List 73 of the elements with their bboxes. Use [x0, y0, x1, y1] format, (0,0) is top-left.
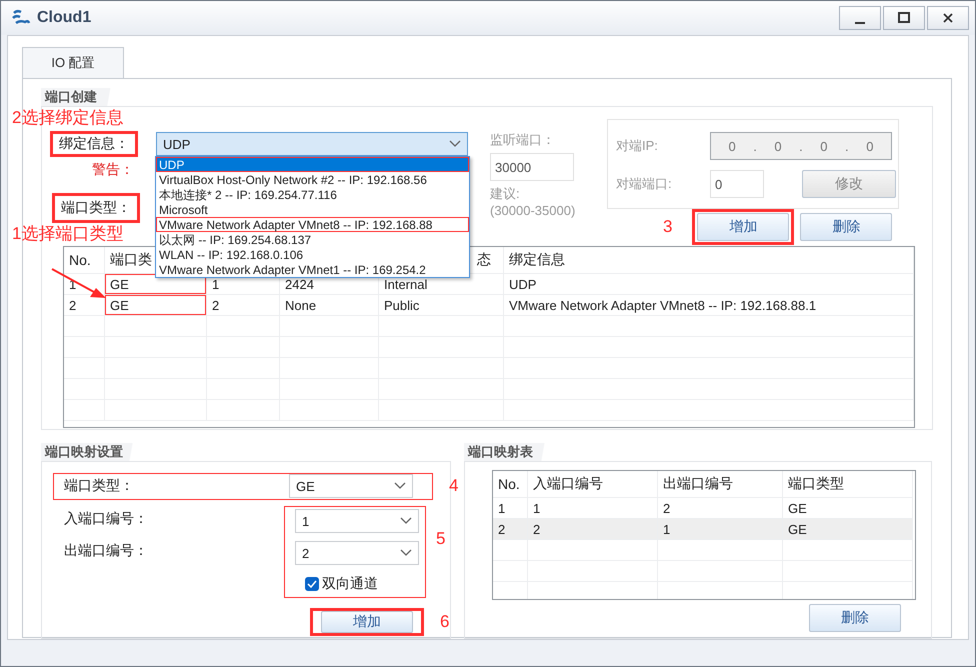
annotation-text: 5 — [436, 528, 446, 550]
field-label: 对端端口: — [616, 176, 672, 191]
empty-cell — [64, 337, 105, 358]
select-field[interactable]: GE — [289, 474, 413, 498]
empty-cell — [64, 316, 105, 337]
field-label: 端口类型： — [64, 477, 134, 493]
check-icon — [307, 580, 317, 588]
empty-cell — [493, 561, 528, 582]
column-header: No. — [493, 471, 528, 498]
dropdown-option[interactable]: VirtualBox Host-Only Network #2 -- IP: 192.168.56 — [156, 172, 469, 187]
add-button[interactable]: 增加 — [697, 213, 790, 241]
empty-cell — [64, 358, 105, 379]
caret-icon — [449, 140, 461, 148]
hint-range: (30000-35000) — [490, 203, 576, 218]
peer-port-field[interactable]: 0 — [710, 170, 764, 198]
delete-button[interactable]: 删除 — [800, 213, 892, 241]
caret-icon — [400, 517, 412, 525]
field-label: 端口类型： — [61, 199, 131, 217]
select-field[interactable]: 1 — [295, 509, 419, 533]
table-cell: 2 — [493, 519, 528, 540]
column-header: 绑定信息 — [504, 247, 914, 274]
window-title: Cloud1 — [37, 9, 92, 27]
caret-icon — [394, 482, 406, 490]
table-cell: 2 — [528, 519, 658, 540]
ip-address-field[interactable]: 0 . 0 . 0 . 0 — [710, 132, 892, 160]
table-cell: Public — [379, 295, 504, 316]
table-cell: VMware Network Adapter VMnet8 -- IP: 192.168.88.1 — [504, 295, 914, 316]
close-button[interactable] — [927, 6, 969, 30]
annotation-text: 4 — [449, 475, 458, 497]
field-label: 监听端口： — [490, 131, 556, 149]
table-cell: None — [280, 295, 379, 316]
table-cell: UDP — [504, 274, 914, 295]
maximize-icon — [898, 12, 910, 24]
dropdown-option[interactable]: UDP — [156, 157, 469, 172]
warning-label: 警告： — [92, 161, 134, 179]
field-label: 出端口编号： — [64, 542, 149, 560]
minimize-icon — [855, 22, 865, 24]
close-icon — [942, 12, 954, 24]
table-cell: GE — [783, 519, 913, 540]
column-header: 出端口编号 — [658, 471, 783, 498]
delete-button[interactable]: 删除 — [809, 604, 901, 632]
table-cell: 1 — [658, 519, 783, 540]
column-header: 端口类型 — [783, 471, 913, 498]
caret-icon — [400, 549, 412, 557]
field-label: 入端口编号： — [64, 510, 149, 528]
maximize-button[interactable] — [883, 6, 925, 30]
dropdown-option[interactable]: Microsoft — [156, 202, 469, 217]
binding-select[interactable]: UDP — [156, 132, 468, 156]
dropdown-option[interactable]: VMware Network Adapter VMnet8 -- IP: 192.168.88 — [156, 217, 469, 232]
column-header: 入端口编号 — [528, 471, 658, 498]
annotation-text: 2选择绑定信息 — [12, 107, 124, 129]
field-label: 绑定信息： — [59, 135, 129, 153]
table-cell: 2 — [207, 295, 280, 316]
table-cell: GE — [105, 274, 207, 295]
empty-cell — [64, 379, 105, 400]
annotation-text: 1选择端口类型 — [12, 223, 124, 245]
hint-label: 建议: — [490, 185, 521, 203]
select-field[interactable]: 2 — [295, 541, 419, 565]
add-button[interactable]: 增加 — [321, 611, 413, 633]
field-label: 对端IP: — [616, 138, 658, 153]
empty-cell — [64, 400, 105, 421]
column-header: No. — [64, 247, 105, 274]
listen-port-field[interactable]: 30000 — [490, 153, 574, 181]
tab[interactable]: IO 配置 — [22, 47, 124, 78]
annotation-text: 3 — [663, 216, 672, 238]
dropdown-option[interactable]: WLAN -- IP: 192.168.0.106 — [156, 247, 469, 262]
table-cell: GE — [105, 295, 207, 316]
dropdown-option[interactable]: 以太网 -- IP: 169.254.68.137 — [156, 232, 469, 247]
bidirectional-checkbox[interactable]: 双向通道 — [305, 573, 419, 595]
dropdown-option[interactable]: VMware Network Adapter VMnet1 -- IP: 169.254.2 — [156, 262, 469, 277]
annotation-text: 6 — [440, 611, 450, 633]
dropdown-option[interactable]: 本地连接* 2 -- IP: 169.254.77.116 — [156, 187, 469, 202]
empty-cell — [493, 540, 528, 561]
